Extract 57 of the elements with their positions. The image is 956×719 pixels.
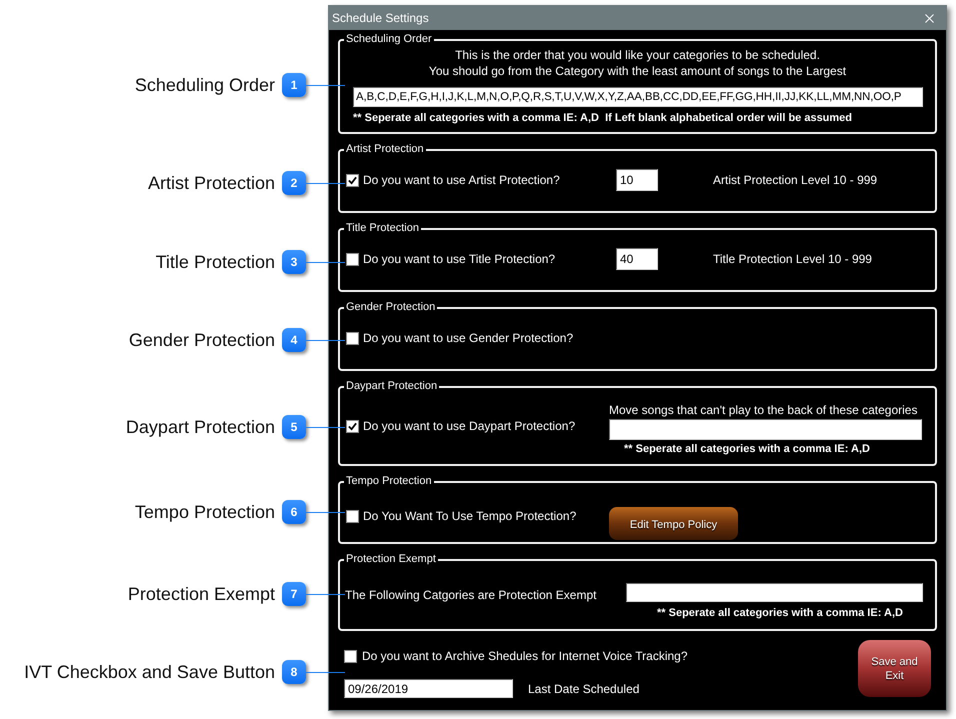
range-label: Artist Protection Level 10 - 999 xyxy=(713,172,878,189)
callout-number: 4 xyxy=(282,328,306,352)
callout-number: 2 xyxy=(282,171,306,195)
group-box-legend: Gender Protection xyxy=(344,301,438,314)
exempt-label: The Following Catgories are Protection Exempt xyxy=(345,588,596,602)
leader-line xyxy=(306,182,345,184)
leader-line xyxy=(306,84,345,86)
hint-text: ** Seperate all categories with a comma IE: A,D If Left blank alphabetical order will be assumed xyxy=(353,111,852,125)
checkbox-label[interactable]: Do you want to use Gender Protection? xyxy=(363,329,574,347)
input-field[interactable]: 09/26/2019 xyxy=(344,679,513,698)
callout-label: Artist Protection xyxy=(148,172,275,195)
checkbox-label[interactable]: Do you want to Archive Shedules for Internet Voice Tracking? xyxy=(362,647,688,665)
group-box-legend: Scheduling Order xyxy=(344,33,434,46)
callout-label: IVT Checkbox and Save Button xyxy=(24,661,275,684)
input-field[interactable]: 10 xyxy=(616,169,658,191)
callout-label: Gender Protection xyxy=(128,329,275,352)
range-label: Title Protection Level 10 - 999 xyxy=(713,251,872,268)
callout-label: Title Protection xyxy=(156,251,275,274)
group-box-legend: Protection Exempt xyxy=(344,553,438,566)
checkbox-label[interactable]: Do you want to use Title Protection? xyxy=(363,250,556,268)
checkbox[interactable] xyxy=(346,252,359,266)
group-box-legend: Tempo Protection xyxy=(344,475,434,488)
callout-label: Tempo Protection xyxy=(134,501,275,524)
checkbox[interactable] xyxy=(346,420,359,432)
group-box-legend: Artist Protection xyxy=(344,143,426,156)
input-field[interactable] xyxy=(609,419,922,440)
checkbox[interactable] xyxy=(344,650,357,662)
checkbox-label[interactable]: Do you want to use Artist Protection? xyxy=(363,171,560,189)
instruction-text: You should go from the Category with the least amount of songs to the Largest xyxy=(428,63,846,79)
callout-number: 5 xyxy=(282,415,306,439)
checkbox[interactable] xyxy=(346,174,359,186)
callout-number: 6 xyxy=(282,500,306,524)
input-field[interactable]: A,B,C,D,E,F,G,H,I,J,K,L,M,N,O,P,Q,R,S,T,U,V,W,X,Y,Z,AA,BB,CC,DD,EE,FF,GG,HH,II,JJ,KK,LL,MM,NN,OO,P xyxy=(353,87,923,107)
date-label: Last Date Scheduled xyxy=(528,680,640,698)
window-title: Schedule Settings xyxy=(332,10,429,27)
callout-label: Daypart Protection xyxy=(126,416,275,439)
hint-text: ** Seperate all categories with a comma IE: A,D xyxy=(657,606,903,620)
input-field[interactable]: 40 xyxy=(616,248,658,270)
save-and-exit-button[interactable]: Save and Exit xyxy=(858,640,931,697)
callout-number: 1 xyxy=(282,73,306,97)
edit-tempo-policy-button[interactable]: Edit Tempo Policy xyxy=(609,507,738,540)
callout-number: 3 xyxy=(282,250,306,274)
checkbox[interactable] xyxy=(346,510,359,522)
callout-label: Protection Exempt xyxy=(128,583,275,606)
input-field[interactable] xyxy=(626,583,923,602)
checkbox-label[interactable]: Do you want to use Daypart Protection? xyxy=(363,417,576,435)
callout-label: Scheduling Order xyxy=(134,74,275,97)
checkbox[interactable] xyxy=(346,332,359,344)
group-box-legend: Title Protection xyxy=(344,222,421,235)
callout-number: 8 xyxy=(282,660,306,684)
checkbox-label[interactable]: Do You Want To Use Tempo Protection? xyxy=(363,507,576,525)
group-box-legend: Daypart Protection xyxy=(344,380,440,393)
leader-line xyxy=(306,426,345,428)
hint-text: ** Seperate all categories with a comma IE: A,D xyxy=(624,442,870,456)
field-label: Move songs that can't play to the back of these categories xyxy=(609,403,918,417)
callout-number: 7 xyxy=(282,582,306,606)
instruction-text: This is the order that you would like your categories to be scheduled. xyxy=(455,47,820,63)
